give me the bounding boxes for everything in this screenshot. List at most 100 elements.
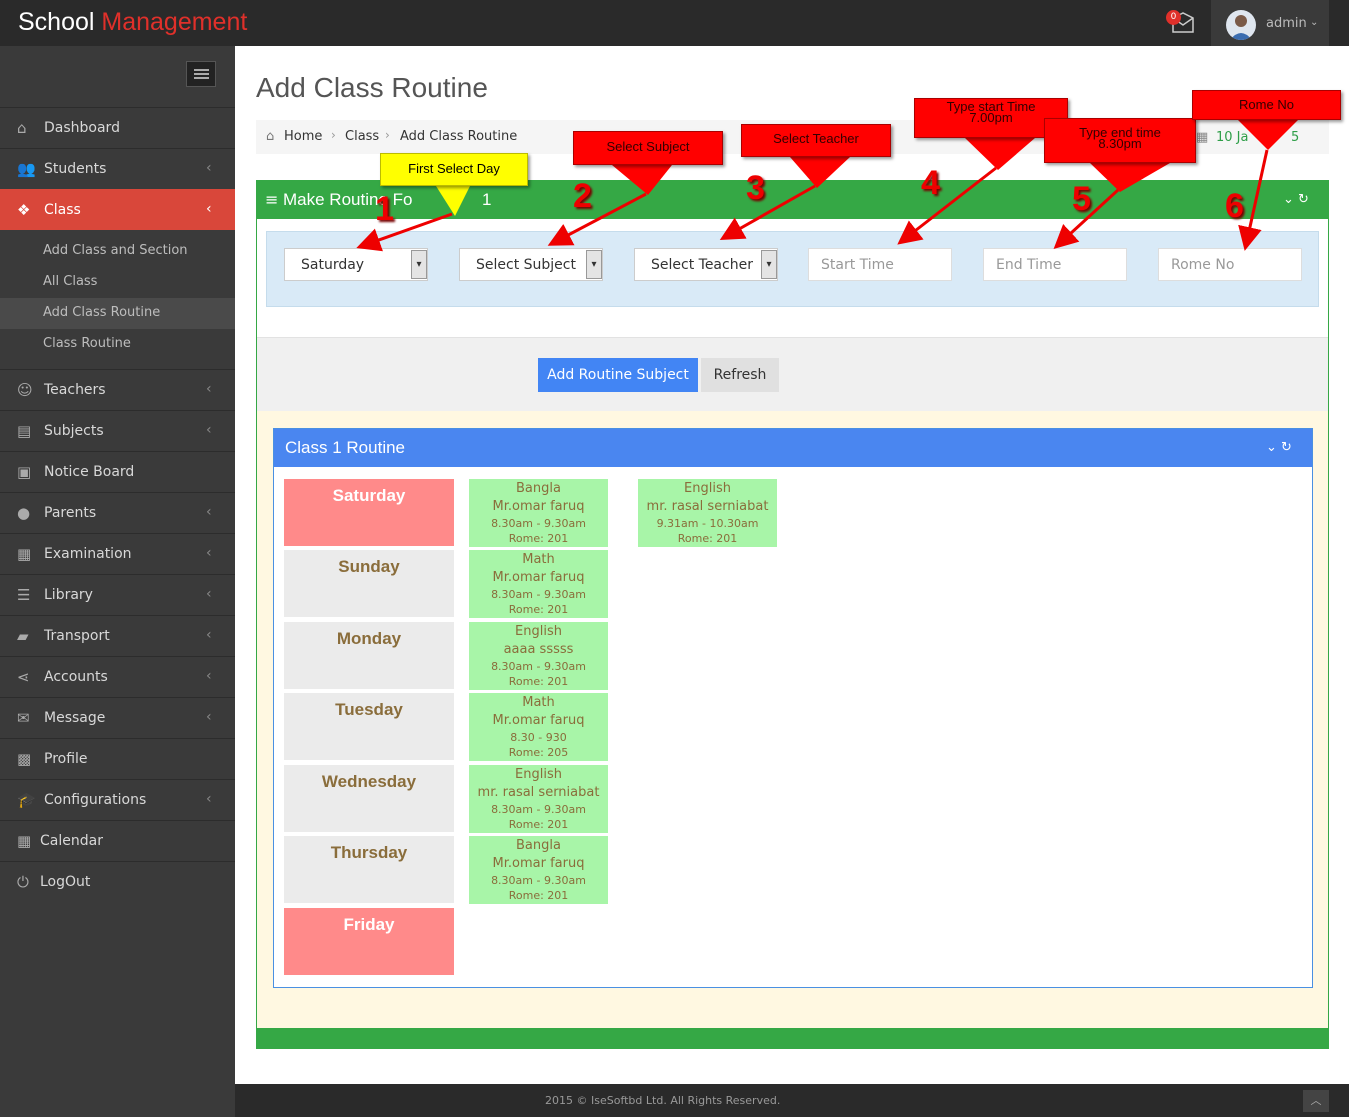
slot-teacher: mr. rasal serniabat bbox=[477, 785, 600, 800]
slot-subject: Math bbox=[522, 695, 555, 710]
collapse-icon[interactable]: ⌄ bbox=[1283, 192, 1294, 207]
sidebar-item-notice-board[interactable]: ▣ Notice Board bbox=[0, 451, 235, 492]
add-routine-subject-button[interactable]: Add Routine Subject bbox=[538, 358, 698, 392]
sidebar-item-profile[interactable]: ▩ Profile bbox=[0, 738, 235, 779]
refresh-button[interactable]: Refresh bbox=[701, 358, 779, 392]
step-number-2: 2 bbox=[573, 177, 592, 215]
power-icon: ⏻ bbox=[17, 873, 29, 891]
refresh-icon[interactable]: ↻ bbox=[1298, 192, 1309, 207]
routine-slot[interactable]: Bangla Mr.omar faruq 8.30am - 9.30am Rom… bbox=[469, 836, 608, 904]
breadcrumb-class[interactable]: Class bbox=[345, 129, 379, 144]
sidebar-subitem-all-class[interactable]: All Class bbox=[0, 267, 235, 298]
day-monday: Monday bbox=[284, 622, 454, 689]
sidebar-item-dashboard[interactable]: ⌂ Dashboard bbox=[0, 107, 235, 148]
sidebar-item-library[interactable]: ☰ Library ‹ bbox=[0, 574, 235, 615]
sidebar-subitem-add-class-routine[interactable]: Add Class Routine bbox=[0, 298, 235, 329]
sidebar-item-message[interactable]: ✉ Message ‹ bbox=[0, 697, 235, 738]
envelope-open-icon: ✉ bbox=[17, 709, 30, 727]
home-icon: ⌂ bbox=[17, 119, 27, 137]
sidebar-item-logout[interactable]: ⏻ LogOut bbox=[0, 861, 235, 902]
sidebar-item-subjects[interactable]: ▤ Subjects ‹ bbox=[0, 410, 235, 451]
user-menu[interactable]: admin ⌄ bbox=[1211, 0, 1329, 46]
calendar-icon: ▦ bbox=[17, 832, 32, 850]
sidebar-item-calendar[interactable]: ▦ Calendar bbox=[0, 820, 235, 861]
collapse-icon[interactable]: ⌄ bbox=[1266, 440, 1277, 455]
sidebar-item-label: Teachers bbox=[44, 382, 106, 398]
callout-end-time: Type end time 8.30pm bbox=[1044, 118, 1196, 163]
end-time-input[interactable]: End Time bbox=[983, 248, 1127, 281]
start-time-input[interactable]: Start Time bbox=[808, 248, 952, 281]
sidebar-item-transport[interactable]: ▰ Transport ‹ bbox=[0, 615, 235, 656]
qrcode-icon: ▩ bbox=[17, 750, 32, 768]
step-number-3: 3 bbox=[746, 169, 765, 207]
routine-slot[interactable]: English mr. rasal serniabat 9.31am - 10.… bbox=[638, 479, 777, 547]
sidebar-item-label: Library bbox=[44, 587, 93, 603]
person-icon: ● bbox=[17, 504, 31, 522]
sidebar-item-label: Calendar bbox=[40, 833, 103, 849]
day-sunday: Sunday bbox=[284, 550, 454, 617]
sidebar-item-class[interactable]: ❖ Class ‹ bbox=[0, 189, 235, 230]
slot-time: 8.30am - 9.30am bbox=[491, 517, 586, 530]
sidebar-item-accounts[interactable]: ⋖ Accounts ‹ bbox=[0, 656, 235, 697]
subject-select[interactable]: Select Subject ▾ bbox=[459, 248, 603, 281]
page-footer: 2015 © IseSoftbd Ltd. All Rights Reserve… bbox=[235, 1084, 1349, 1117]
make-routine-panel: ≡ Make Routine Fo 1 ⌄ ↻ Saturday ▾ Selec… bbox=[256, 180, 1329, 1049]
routine-slot[interactable]: Math Mr.omar faruq 8.30 - 930 Rome: 205 bbox=[469, 693, 608, 761]
class-routine-panel: Class 1 Routine ⌄ ↻ Saturday Sunday Mond… bbox=[273, 428, 1313, 988]
sidebar-item-label: Class bbox=[44, 202, 81, 218]
routine-slot[interactable]: Math Mr.omar faruq 8.30am - 9.30am Rome:… bbox=[469, 550, 608, 618]
slot-room: Rome: 201 bbox=[508, 675, 569, 688]
panel-tools: ⌄ ↻ bbox=[1283, 192, 1309, 207]
callout-room-no: Rome No bbox=[1192, 90, 1341, 120]
book-icon: ▤ bbox=[17, 422, 32, 440]
brand-text-1: School bbox=[18, 8, 102, 36]
sidebar-item-label: Message bbox=[44, 710, 106, 726]
routine-slot[interactable]: Bangla Mr.omar faruq 8.30am - 9.30am Rom… bbox=[469, 479, 608, 547]
sidebar-item-label: Transport bbox=[44, 628, 110, 644]
chevron-left-icon: ‹ bbox=[206, 668, 212, 684]
sidebar-item-configurations[interactable]: 🎓 Configurations ‹ bbox=[0, 779, 235, 820]
sidebar-item-label: Profile bbox=[44, 751, 88, 767]
chevron-left-icon: ‹ bbox=[206, 160, 212, 176]
clipboard-icon: ▣ bbox=[17, 463, 32, 481]
sidebar-item-label: Configurations bbox=[44, 792, 147, 808]
top-navbar: School Management 0 admin ⌄ bbox=[0, 0, 1349, 46]
step-number-5: 5 bbox=[1072, 180, 1091, 218]
sidebar-item-teachers[interactable]: ☺ Teachers ‹ bbox=[0, 369, 235, 410]
slot-room: Rome: 205 bbox=[508, 746, 569, 759]
sidebar-item-label: Notice Board bbox=[44, 464, 135, 480]
sidebar-item-label: Students bbox=[44, 161, 107, 177]
room-no-input[interactable]: Rome No bbox=[1158, 248, 1302, 281]
routine-slot[interactable]: English aaaa sssss 8.30am - 9.30am Rome:… bbox=[469, 622, 608, 690]
menu-icon: ≡ bbox=[265, 190, 279, 209]
chevron-left-icon: ‹ bbox=[206, 422, 212, 438]
slot-subject: Math bbox=[522, 552, 555, 567]
teacher-select[interactable]: Select Teacher ▾ bbox=[634, 248, 778, 281]
slot-subject: English bbox=[684, 481, 731, 496]
day-select[interactable]: Saturday ▾ bbox=[284, 248, 428, 281]
mail-count-badge: 0 bbox=[1166, 10, 1181, 25]
routine-form: Saturday ▾ Select Subject ▾ Select Teach… bbox=[266, 231, 1319, 307]
sidebar-item-examination[interactable]: ▦ Examination ‹ bbox=[0, 533, 235, 574]
chevron-left-icon: ‹ bbox=[206, 201, 212, 217]
subject-select-value: Select Subject bbox=[476, 257, 576, 273]
sidebar-item-parents[interactable]: ● Parents ‹ bbox=[0, 492, 235, 533]
refresh-icon[interactable]: ↻ bbox=[1281, 440, 1292, 455]
routine-slot[interactable]: English mr. rasal serniabat 8.30am - 9.3… bbox=[469, 765, 608, 833]
chevron-right-icon: › bbox=[331, 128, 336, 142]
sidebar-toggle-button[interactable] bbox=[186, 61, 216, 87]
copyright-text: 2015 © IseSoftbd Ltd. All Rights Reserve… bbox=[545, 1094, 781, 1107]
sidebar-item-students[interactable]: 👥 Students ‹ bbox=[0, 148, 235, 189]
sidebar-subitem-class-routine[interactable]: Class Routine bbox=[0, 329, 235, 360]
page-title: Add Class Routine bbox=[256, 72, 488, 103]
chevron-left-icon: ‹ bbox=[206, 545, 212, 561]
breadcrumb-current: Add Class Routine bbox=[400, 129, 518, 144]
brand-logo[interactable]: School Management bbox=[18, 8, 247, 37]
panel-title-tail: 1 bbox=[482, 190, 492, 209]
breadcrumb-home[interactable]: Home bbox=[284, 129, 322, 144]
chevron-left-icon: ‹ bbox=[206, 504, 212, 520]
chevron-up-icon[interactable]: ︿ bbox=[1303, 1090, 1329, 1112]
chevron-left-icon: ‹ bbox=[206, 586, 212, 602]
sidebar-item-label: Accounts bbox=[44, 669, 108, 685]
sidebar-subitem-add-class-section[interactable]: Add Class and Section bbox=[0, 236, 235, 267]
